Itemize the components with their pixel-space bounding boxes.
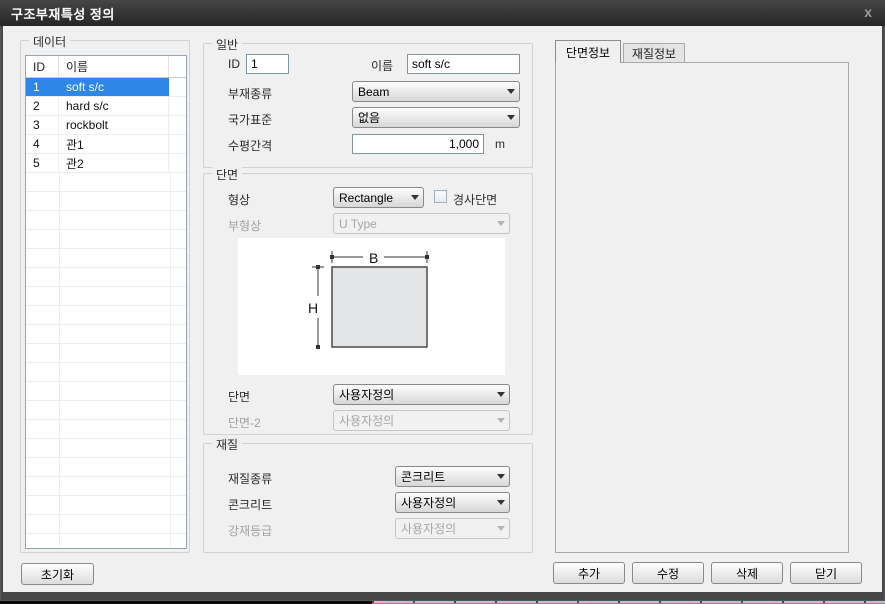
cell-name: rockbolt	[59, 116, 169, 134]
section-select-label: 단면	[228, 388, 250, 405]
member-list: ID 이름 1 soft s/c 2 hard s/c 3 rockbolt	[25, 55, 187, 549]
general-group-label: 일반	[212, 36, 242, 53]
tab-section-info[interactable]: 단면정보	[555, 40, 621, 63]
column-header-name[interactable]: 이름	[59, 56, 169, 77]
cell-id: 5	[26, 154, 59, 172]
steel-grade-value: 사용자정의	[396, 520, 493, 537]
dropdown-arrow-icon	[493, 221, 509, 226]
cell-name: 관2	[59, 154, 169, 172]
column-header-extra	[169, 56, 184, 77]
id-field[interactable]: 1	[246, 54, 289, 74]
material-type-select[interactable]: 콘크리트	[395, 466, 510, 487]
list-item[interactable]: 5 관2	[26, 154, 186, 173]
subshape-value: U Type	[334, 217, 493, 231]
dialog-content: 데이터 ID 이름 1 soft s/c 2 hard s/c	[3, 26, 882, 592]
shape-label: 형상	[228, 191, 250, 208]
dropdown-arrow-icon	[493, 500, 509, 505]
list-item[interactable]: 1 soft s/c	[26, 78, 186, 97]
material-group-label: 재질	[212, 436, 242, 453]
cell-id: 1	[26, 78, 59, 96]
list-item[interactable]: 2 hard s/c	[26, 97, 186, 116]
cell-extra	[169, 116, 184, 134]
member-type-select[interactable]: Beam	[352, 81, 520, 102]
screen: 구조부재특성 정의 x 데이터 ID 이름 1 soft s/c	[0, 0, 885, 604]
cell-name: hard s/c	[59, 97, 169, 115]
column-divider	[170, 173, 171, 546]
slope-section-label: 경사단면	[453, 191, 497, 208]
spacing-field[interactable]: 1,000	[352, 134, 484, 154]
concrete-label: 콘크리트	[228, 496, 272, 513]
cell-name: soft s/c	[59, 78, 169, 96]
section2-value: 사용자정의	[334, 412, 493, 429]
dropdown-arrow-icon	[503, 89, 519, 94]
dimension-b-label: B	[369, 250, 378, 266]
shape-value: Rectangle	[334, 191, 407, 205]
modify-button[interactable]: 수정	[632, 562, 704, 584]
list-item[interactable]: 3 rockbolt	[26, 116, 186, 135]
list-item[interactable]: 4 관1	[26, 135, 186, 154]
cell-extra	[169, 97, 184, 115]
close-button[interactable]: 닫기	[790, 562, 862, 584]
tab-material-info[interactable]: 재질정보	[623, 43, 685, 63]
standard-select[interactable]: 없음	[352, 107, 520, 128]
steel-grade-select: 사용자정의	[395, 518, 510, 539]
member-type-label: 부재종류	[228, 85, 272, 102]
cell-id: 3	[26, 116, 59, 134]
cell-id: 4	[26, 135, 59, 153]
dropdown-arrow-icon	[493, 526, 509, 531]
section-value: 사용자정의	[334, 386, 493, 403]
spacing-label: 수평간격	[228, 137, 272, 154]
name-field[interactable]: soft s/c	[407, 54, 520, 74]
section-select[interactable]: 사용자정의	[333, 384, 510, 405]
cell-name: 관1	[59, 135, 169, 153]
section-group-label: 단면	[212, 166, 242, 183]
material-type-value: 콘크리트	[396, 468, 493, 485]
section-diagram: B H	[238, 238, 505, 375]
cell-extra	[169, 154, 184, 172]
section-shape-drawing: B H	[238, 238, 505, 375]
material-type-label: 재질종류	[228, 470, 272, 487]
steel-grade-label: 강재등급	[228, 522, 272, 539]
subshape-select: U Type	[333, 213, 510, 234]
dropdown-arrow-icon	[493, 418, 509, 423]
add-button[interactable]: 추가	[553, 562, 625, 584]
dropdown-arrow-icon	[493, 474, 509, 479]
concrete-value: 사용자정의	[396, 494, 493, 511]
member-list-header: ID 이름	[26, 56, 186, 78]
shape-select[interactable]: Rectangle	[333, 187, 424, 208]
subshape-label: 부형상	[228, 217, 261, 234]
cell-extra	[169, 135, 184, 153]
cell-extra	[169, 78, 184, 96]
name-label: 이름	[371, 57, 393, 74]
dimension-h-label: H	[308, 300, 318, 316]
dropdown-arrow-icon	[493, 392, 509, 397]
dropdown-arrow-icon	[503, 115, 519, 120]
member-type-value: Beam	[353, 85, 503, 99]
section2-select: 사용자정의	[333, 410, 510, 431]
data-group-label: 데이터	[29, 33, 70, 50]
cell-id: 2	[26, 97, 59, 115]
section-info-panel	[555, 62, 849, 553]
concrete-select[interactable]: 사용자정의	[395, 492, 510, 513]
reset-button[interactable]: 초기화	[21, 563, 94, 585]
delete-button[interactable]: 삭제	[711, 562, 783, 584]
dialog-window: 구조부재특성 정의 x 데이터 ID 이름 1 soft s/c	[0, 0, 885, 601]
id-label: ID	[228, 57, 240, 71]
slope-section-checkbox[interactable]	[434, 190, 447, 203]
column-header-id[interactable]: ID	[26, 56, 59, 77]
column-divider	[59, 173, 60, 546]
standard-value: 없음	[353, 109, 503, 126]
empty-list-area	[26, 173, 186, 546]
title-bar[interactable]: 구조부재특성 정의 x	[0, 0, 885, 26]
dropdown-arrow-icon	[407, 195, 423, 200]
section2-select-label: 단면-2	[228, 414, 261, 431]
close-icon[interactable]: x	[864, 4, 872, 20]
dialog-title: 구조부재특성 정의	[0, 4, 115, 23]
standard-label: 국가표준	[228, 111, 272, 128]
spacing-unit: m	[495, 137, 505, 151]
